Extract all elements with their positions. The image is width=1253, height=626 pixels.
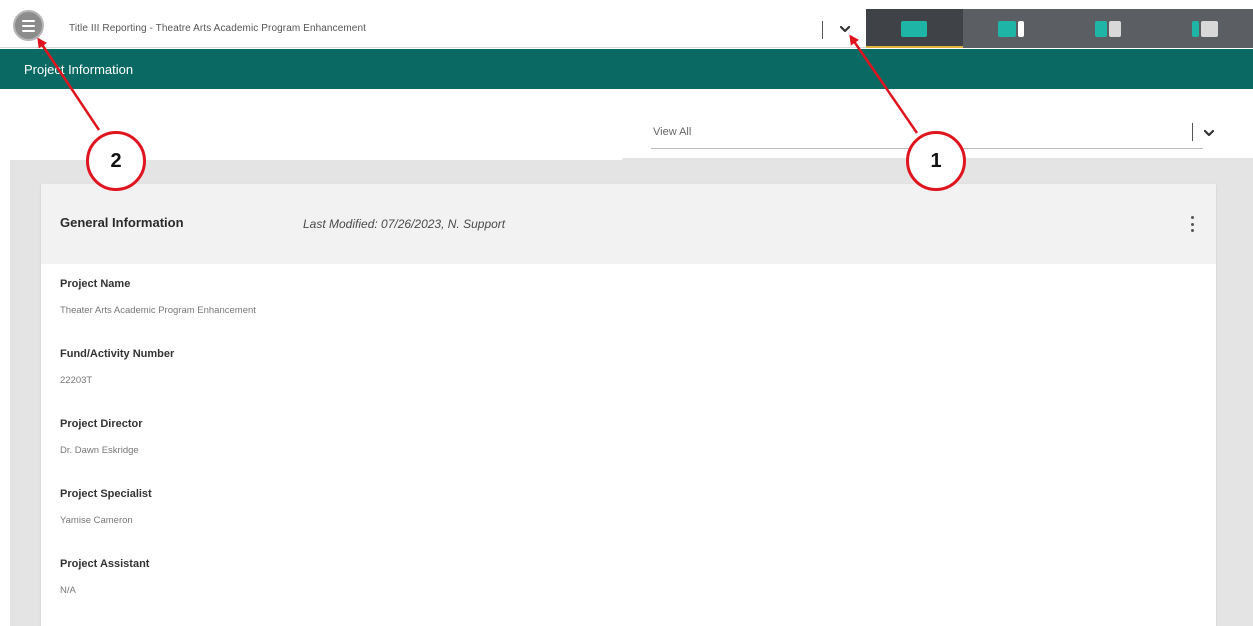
section-header: Project Information [0,49,1253,89]
field-label-project-name: Project Name [60,278,131,290]
annotation-callout-1: 1 [906,131,966,191]
layout-tab-split[interactable] [1059,9,1157,48]
field-value-project-specialist: Yamise Cameron [60,515,133,526]
layout-narrow-left-icon [1191,20,1218,37]
chevron-down-icon[interactable] [1202,126,1216,140]
title-separator [822,21,823,39]
section-title: Project Information [24,62,134,77]
chevron-down-icon[interactable] [838,22,852,36]
layout-tab-full[interactable] [866,9,963,48]
view-filter-value: View All [653,126,692,138]
card-title: General Information [60,215,184,230]
field-label-project-specialist: Project Specialist [60,488,152,500]
app-window: Title III Reporting - Theatre Arts Acade… [0,0,1253,626]
kebab-menu-icon[interactable] [1187,214,1197,234]
field-value-project-assistant: N/A [60,585,76,596]
general-information-card: General Information Last Modified: 07/26… [41,184,1216,626]
annotation-callout-2: 2 [86,131,146,191]
layout-switcher [866,9,1253,48]
hamburger-menu-icon[interactable] [13,10,44,41]
field-value-fund-activity-number: 22203T [60,375,93,386]
field-label-fund-activity-number: Fund/Activity Number [60,348,175,360]
field-label-project-director: Project Director [60,418,143,430]
layout-tab-narrow-left[interactable] [1156,9,1253,48]
layout-split-icon [1094,20,1121,37]
field-value-project-director: Dr. Dawn Eskridge [60,445,139,456]
last-modified-text: Last Modified: 07/26/2023, N. Support [303,217,506,231]
card-header: General Information Last Modified: 07/26… [41,184,1216,264]
field-label-project-assistant: Project Assistant [60,558,150,570]
layout-full-icon [901,20,928,37]
layout-tab-wide-left[interactable] [962,9,1060,48]
filter-separator [1192,123,1193,141]
top-bar: Title III Reporting - Theatre Arts Acade… [0,0,1253,48]
field-value-project-name: Theater Arts Academic Program Enhancemen… [60,305,256,316]
layout-wide-left-icon [998,20,1025,37]
app-title: Title III Reporting - Theatre Arts Acade… [69,23,366,34]
